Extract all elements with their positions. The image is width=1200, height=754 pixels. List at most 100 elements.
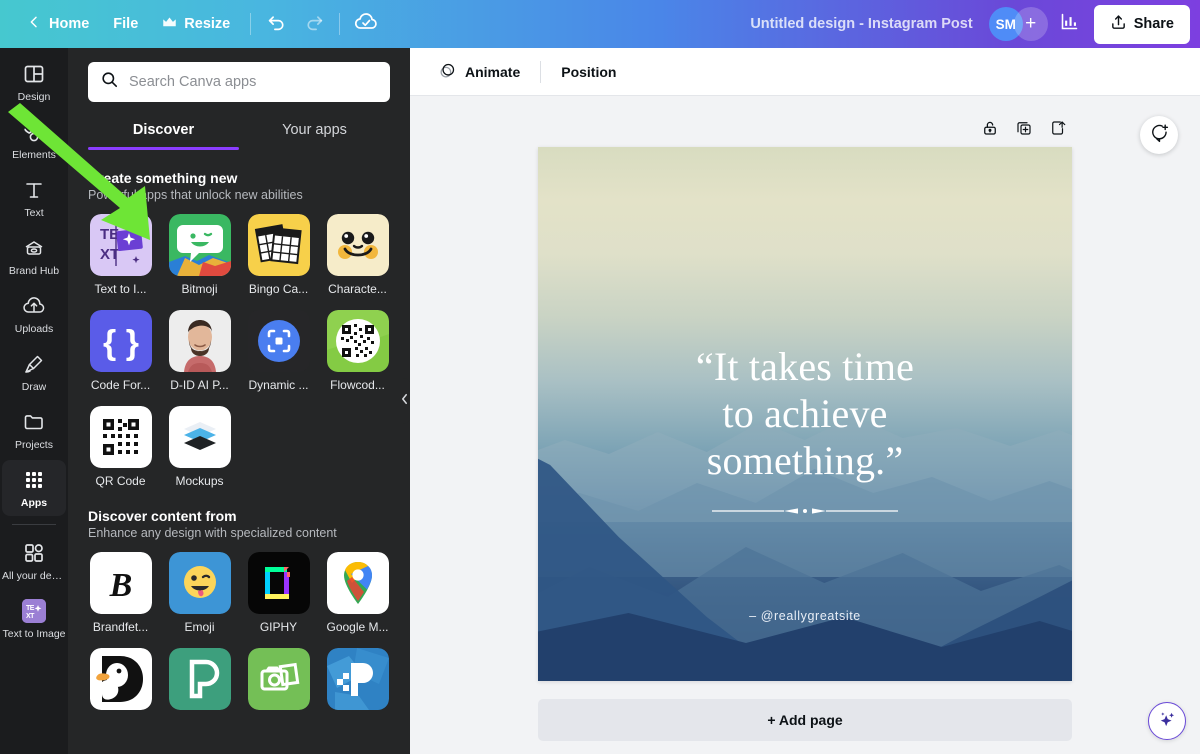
document-title[interactable]: Untitled design - Instagram Post (740, 9, 982, 39)
sidebar-item-draw[interactable]: Draw (2, 344, 66, 400)
canva-editor-window: Home File Resize Untitled design - Insta… (0, 0, 1200, 754)
text-to-image-app-icon: TE XT (89, 214, 152, 276)
design-page[interactable]: “It takes time to achieve something.” – … (538, 147, 1072, 681)
app-tile-label: QR Code (95, 474, 146, 488)
sidebar-item-projects[interactable]: Projects (2, 402, 66, 458)
sidebar-item-brand-hub[interactable]: Brand Hub (2, 228, 66, 284)
quote-text-block[interactable]: “It takes time to achieve something.” (538, 343, 1072, 514)
home-button[interactable]: Home (14, 7, 101, 41)
app-tile-bingo-card[interactable]: Bingo Ca... (246, 214, 311, 296)
app-tile-duckduckgo[interactable] (88, 648, 153, 716)
page-tools (538, 116, 1072, 144)
redo-icon (303, 11, 324, 37)
all-designs-icon (22, 541, 46, 565)
bingo-card-app-icon (247, 214, 310, 276)
share-upload-icon (1110, 14, 1127, 35)
folder-icon (22, 410, 46, 434)
duplicate-page-button[interactable] (1010, 116, 1038, 144)
app-tile-mockups[interactable]: Mockups (167, 406, 232, 488)
resize-button[interactable]: Resize (150, 9, 242, 40)
pixabay-app-icon (326, 648, 389, 710)
cloud-check-icon (354, 10, 378, 39)
export-page-button[interactable] (1044, 116, 1072, 144)
home-label: Home (49, 16, 90, 32)
quote-line-1: “It takes time (695, 344, 915, 389)
app-tile-pixabay[interactable] (325, 648, 390, 716)
editor-body: Design Elements Text Brand Hub Uploads D… (0, 48, 1200, 754)
undo-button[interactable] (259, 6, 295, 42)
app-tile-pexels[interactable] (167, 648, 232, 716)
sidebar-item-label: Uploads (14, 323, 54, 335)
qr-code-app-icon (89, 406, 152, 468)
design-layout-icon (22, 62, 46, 86)
app-tile-photo[interactable] (246, 648, 311, 716)
tab-your-apps[interactable]: Your apps (239, 112, 390, 150)
app-tile-giphy[interactable]: GIPHY (246, 552, 311, 634)
text-t-icon (22, 178, 46, 202)
canvas-area[interactable]: “It takes time to achieve something.” – … (410, 96, 1200, 754)
file-label: File (113, 16, 139, 32)
lock-page-button[interactable] (976, 116, 1004, 144)
bitmoji-app-icon (168, 214, 231, 276)
sidebar-item-uploads[interactable]: Uploads (2, 286, 66, 342)
app-grid-discover: B Brandfet... Emoji GIPHY Google M... (88, 552, 390, 716)
sidebar-item-text-to-image[interactable]: TE XT Text to Image (2, 591, 66, 647)
app-tile-d-id-ai-presenter[interactable]: D-ID AI P... (167, 310, 232, 392)
app-tile-code-formatter[interactable]: { } Code For... (88, 310, 153, 392)
app-tile-qr-code[interactable]: QR Code (88, 406, 153, 488)
app-tile-bitmoji[interactable]: Bitmoji (167, 214, 232, 296)
draw-pen-icon (22, 352, 46, 376)
tab-discover[interactable]: Discover (88, 112, 239, 150)
add-comment-button[interactable] (1140, 116, 1178, 154)
photo-app-icon (247, 648, 310, 710)
toolbar-divider-2 (339, 13, 341, 35)
export-page-icon (1049, 119, 1067, 142)
duplicate-page-icon (1015, 119, 1033, 142)
add-collaborator-button[interactable]: + (1013, 7, 1048, 41)
sidebar-item-label: Projects (15, 439, 53, 451)
sidebar-item-label: Text to Image (2, 628, 66, 640)
app-tile-emoji[interactable]: Emoji (167, 552, 232, 634)
position-button[interactable]: Position (549, 56, 628, 88)
app-tile-google-maps[interactable]: Google M... (325, 552, 390, 634)
redo-button[interactable] (295, 6, 331, 42)
search-box[interactable] (88, 62, 390, 102)
sidebar-item-design[interactable]: Design (2, 54, 66, 110)
sidebar-item-label: Text (24, 207, 44, 219)
apps-grid-icon (22, 468, 46, 492)
cloud-saved-button[interactable] (348, 6, 384, 42)
section-title: Discover content from (88, 508, 237, 524)
code-formatter-app-icon: { } (89, 310, 152, 372)
ornament-divider-icon (712, 508, 898, 514)
add-page-button[interactable]: + Add page (538, 699, 1072, 741)
app-tile-dynamic-qr[interactable]: Dynamic ... (246, 310, 311, 392)
design-handle-text[interactable]: – @reallygreatsite (538, 609, 1072, 623)
left-rail: Design Elements Text Brand Hub Uploads D… (0, 48, 68, 754)
animate-button[interactable]: Animate (426, 53, 532, 91)
magic-button[interactable] (1148, 702, 1186, 740)
magic-sparkles-icon (1157, 709, 1177, 734)
sidebar-item-label: Elements (12, 149, 56, 161)
crown-icon (162, 16, 177, 33)
undo-icon (267, 11, 288, 37)
app-tile-label: Text to I... (94, 282, 147, 296)
app-tile-flowcode[interactable]: Flowcod... (325, 310, 390, 392)
sidebar-item-elements[interactable]: Elements (2, 112, 66, 168)
sidebar-item-apps[interactable]: Apps (2, 460, 66, 516)
search-input[interactable] (129, 74, 378, 90)
app-tile-label: GIPHY (259, 620, 298, 634)
app-tile-brandfetch[interactable]: B Brandfet... (88, 552, 153, 634)
section-subtitle: Powerful apps that unlock new abilities (88, 188, 303, 202)
sidebar-item-all-your-designs[interactable]: All your desi... (2, 533, 66, 589)
sidebar-item-text[interactable]: Text (2, 170, 66, 226)
d-id-ai-presenter-app-icon (168, 310, 231, 372)
collapse-panel-button[interactable] (397, 378, 410, 424)
share-button[interactable]: Share (1093, 4, 1190, 44)
animate-circles-icon (438, 61, 457, 83)
file-menu-button[interactable]: File (101, 9, 150, 39)
apps-list[interactable]: Create something new Powerful apps that … (68, 150, 410, 754)
app-tile-label: Brandfet... (92, 620, 149, 634)
app-tile-character-builder[interactable]: Characte... (325, 214, 390, 296)
app-tile-text-to-image[interactable]: TE XT Text to I... (88, 214, 153, 296)
insights-button[interactable] (1052, 6, 1088, 42)
